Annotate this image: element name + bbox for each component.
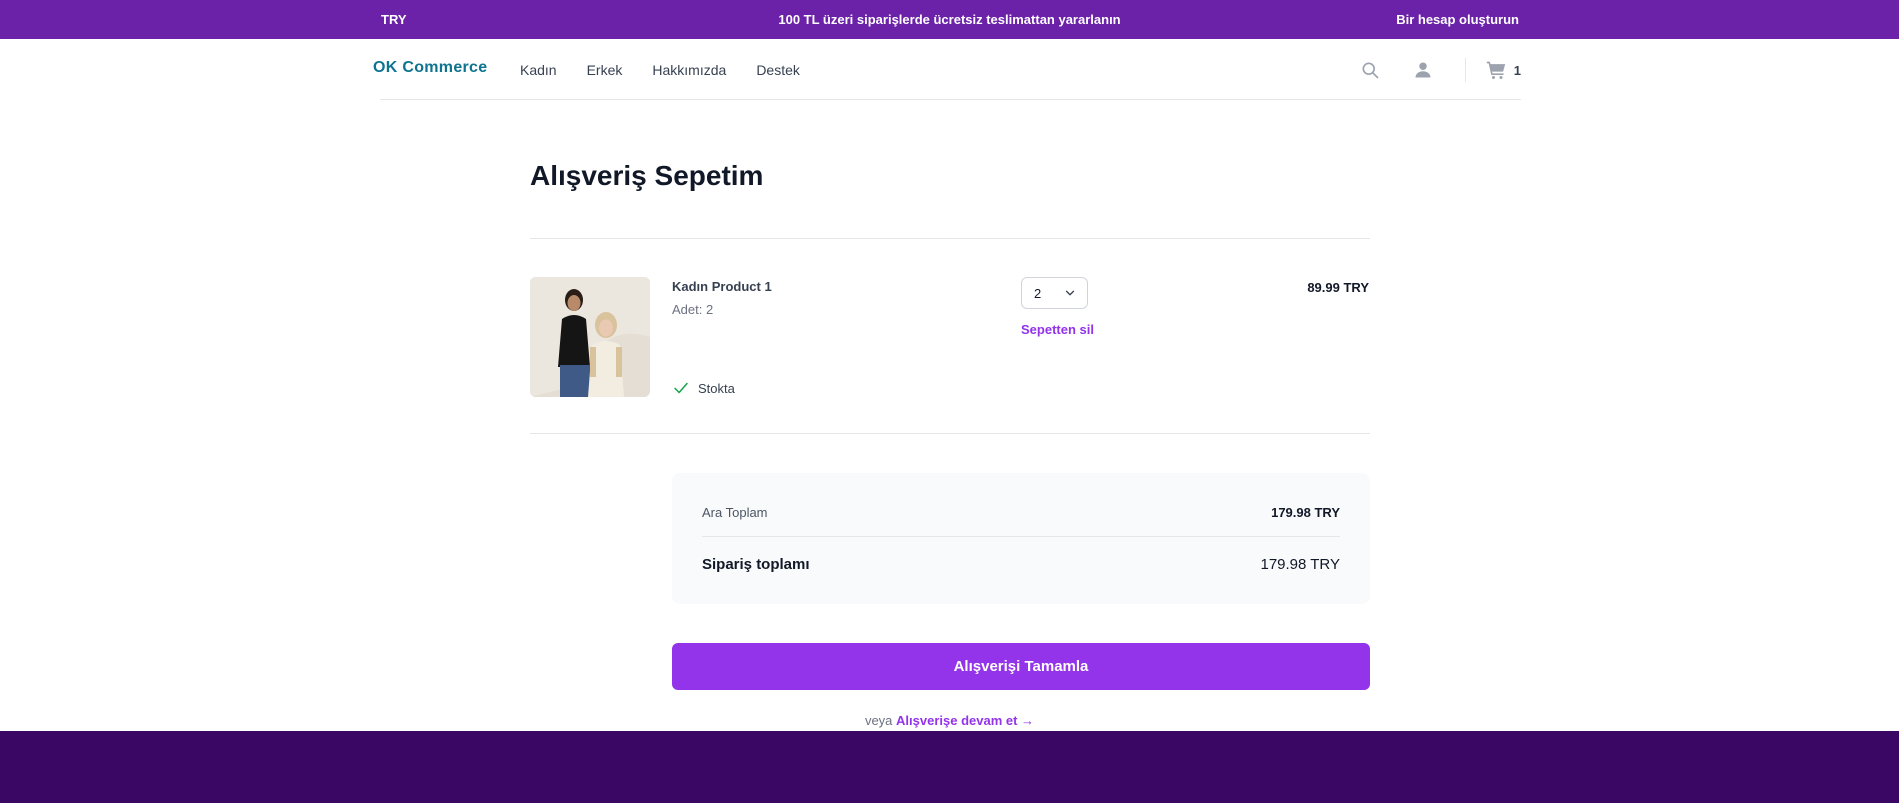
remove-from-cart-link[interactable]: Sepetten sil [1021, 322, 1094, 337]
stock-label: Stokta [698, 380, 735, 396]
quantity-select[interactable]: 2 [1021, 277, 1088, 309]
subtotal-label: Ara Toplam [702, 505, 768, 520]
product-image[interactable] [530, 277, 650, 397]
header-divider [380, 99, 1521, 100]
cart-icon [1486, 61, 1505, 79]
item-price: 89.99 TRY [1307, 280, 1369, 295]
user-icon [1415, 62, 1431, 78]
promo-message: 100 TL üzeri siparişlerde ücretsiz tesli… [778, 12, 1121, 27]
promo-topbar: TRY 100 TL üzeri siparişlerde ücretsiz t… [0, 0, 1899, 39]
page-title: Alışveriş Sepetim [530, 160, 764, 191]
cart-count: 1 [1513, 62, 1521, 78]
order-total-value: 179.98 TRY [1260, 556, 1340, 573]
quantity-select-value: 2 [1034, 285, 1042, 301]
nav-icons: 1 [1358, 56, 1521, 84]
check-icon [674, 382, 688, 394]
nav-item-hakkimizda[interactable]: Hakkımızda [652, 62, 726, 78]
footer [0, 731, 1899, 803]
nav-links: Kadın Erkek Hakkımızda Destek [520, 62, 800, 78]
order-summary: Ara Toplam 179.98 TRY Sipariş toplamı 17… [672, 473, 1370, 604]
checkout-button[interactable]: Alışverişi Tamamla [672, 643, 1370, 690]
main-navbar: OK Commerce Kadın Erkek Hakkımızda Deste… [373, 39, 1521, 100]
product-name[interactable]: Kadın Product 1 [672, 279, 772, 294]
cart-bottom-divider [530, 433, 1370, 434]
store-logo[interactable]: OK Commerce [373, 59, 487, 77]
search-button[interactable] [1358, 58, 1382, 82]
continue-shopping-link[interactable]: Alışverişe devam et → [896, 713, 1034, 728]
product-quantity-text: Adet: 2 [672, 302, 714, 317]
order-total-label: Sipariş toplamı [702, 556, 810, 573]
nav-item-kadin[interactable]: Kadın [520, 62, 557, 78]
nav-divider [1464, 58, 1466, 82]
account-button[interactable] [1411, 58, 1435, 82]
search-icon [1362, 62, 1379, 79]
cart-button[interactable]: 1 [1486, 60, 1521, 80]
cart-top-divider [530, 238, 1370, 239]
create-account-link[interactable]: Bir hesap oluşturun [1396, 12, 1519, 27]
stock-status: Stokta [672, 379, 735, 397]
nav-item-destek[interactable]: Destek [756, 62, 800, 78]
or-text: veya [864, 713, 893, 728]
nav-item-erkek[interactable]: Erkek [587, 62, 623, 78]
continue-shopping: veya Alışverişe devam et → [0, 713, 1899, 728]
chevron-down-icon [1065, 290, 1075, 296]
subtotal-value: 179.98 TRY [1271, 505, 1340, 520]
summary-divider [702, 536, 1340, 537]
